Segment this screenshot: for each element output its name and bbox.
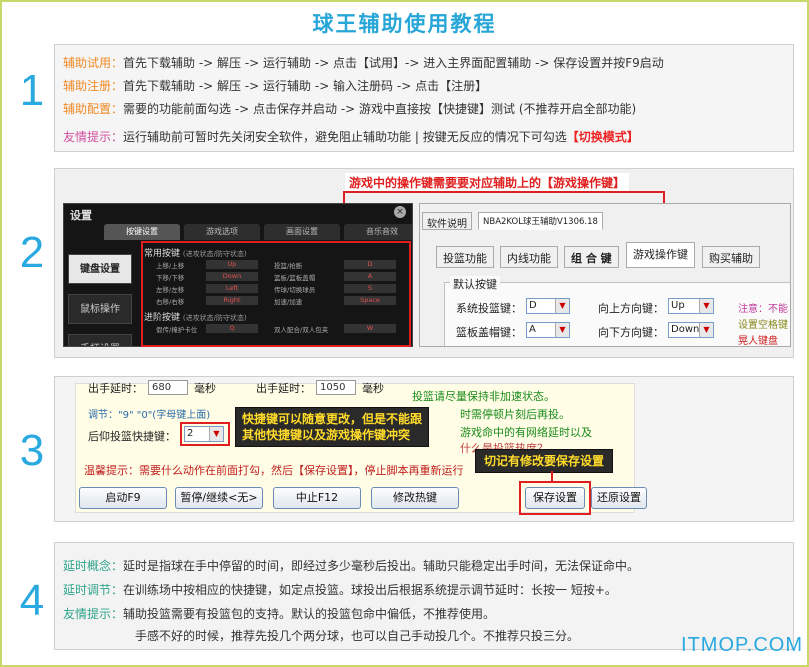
up-key-label: 向上方向键：: [598, 302, 664, 315]
tab-audio[interactable]: 音乐音效: [344, 224, 412, 240]
down-key-label: 向下方向键：: [598, 326, 664, 339]
tip-line: 友情提示：运行辅助前可暂时先关闭安全软件，避免阻止辅助功能 | 按键无反应的情况…: [63, 128, 639, 145]
block-key-select[interactable]: A ▼: [526, 322, 570, 338]
game-settings-title: 设置: [70, 209, 92, 222]
friendly-tip-text: 辅助投篮需要有投篮包的支持。默认的投篮包命中偏低，不推荐使用。: [123, 607, 496, 621]
section-2-panel: 游戏中的操作键需要要对应辅助上的【游戏操作键】 设置 × 按键设置 游戏选项 画…: [54, 168, 794, 358]
step-number-3: 3: [19, 426, 45, 475]
section-1-panel: 辅助试用：首先下载辅助 -> 解压 -> 运行辅助 -> 点击【试用】-> 进入…: [54, 44, 794, 152]
tab-buy[interactable]: 购买辅助: [702, 246, 760, 268]
friendly-tip-label: 友情提示：: [63, 607, 124, 621]
site-watermark: ITMOP.COM: [681, 634, 803, 656]
step-number-1: 1: [19, 66, 45, 115]
note-line-1: 注意：不能: [738, 304, 788, 315]
stop-button[interactable]: 中止F12: [273, 487, 361, 509]
note-line-3: 晃人键盘: [738, 336, 778, 347]
step-number-2: 2: [19, 228, 45, 277]
down-key-select[interactable]: Down ▼: [668, 322, 714, 338]
chevron-down-icon[interactable]: ▼: [555, 299, 569, 313]
delay-label-1: 出手延时：: [88, 382, 143, 395]
edit-hotkey-button[interactable]: 修改热键: [371, 487, 459, 509]
save-tooltip: 切记有修改要保存设置: [475, 449, 614, 473]
chevron-down-icon[interactable]: ▼: [555, 323, 569, 337]
section-3-panel: 出手延时： 680 毫秒 出手延时： 1050 毫秒 调节："9" "0"(字母…: [54, 376, 794, 522]
chevron-down-icon[interactable]: ▼: [699, 323, 713, 337]
trial-text: 首先下载辅助 -> 解压 -> 运行辅助 -> 点击【试用】-> 进入主界面配置…: [123, 56, 664, 70]
delay-adjust-line: 延时调节：在训练场中按相应的快捷键，如定点投篮。球投出后根据系统提示调节延时：长…: [63, 581, 617, 598]
right-note-2: 时需停顿片刻后再投。: [460, 408, 570, 421]
config-line: 辅助配置：需要的功能前面勾选 -> 点击保存并启动 -> 游戏中直接按【快捷键】…: [63, 100, 636, 117]
switch-mode-highlight: 【切换模式】: [566, 130, 639, 144]
pause-button[interactable]: 暂停/继续<无>: [175, 487, 263, 509]
delay-concept-line: 延时概念：延时是指球在手中停留的时间，即经过多少毫秒后投出。辅助只能稳定出手时间…: [63, 557, 639, 574]
extra-tip-line: 手感不好的时候，推荐先投几个两分球，也可以自己手动投几个。不推荐只投三分。: [135, 629, 580, 643]
delay-input-2[interactable]: 1050: [316, 380, 356, 395]
tab-software-info[interactable]: 软件说明: [422, 212, 472, 230]
helper-app-window: 软件说明 NBA2KOL球王辅助V1306.18 投篮功能 内线功能 组 合 键…: [419, 203, 791, 347]
hotkey-tooltip: 快捷键可以随意更改，但是不能跟 其他快捷键以及游戏操作键冲突: [235, 407, 430, 447]
highlight-save: [519, 481, 591, 515]
register-label: 辅助注册：: [63, 79, 124, 93]
shoot-key-select[interactable]: D ▼: [526, 298, 570, 314]
delay-concept-text: 延时是指球在手中停留的时间，即经过多少毫秒后投出。辅助只能稳定出手时间，无法保证…: [123, 559, 640, 573]
config-label: 辅助配置：: [63, 102, 124, 116]
tip-text: 运行辅助前可暂时先关闭安全软件，避免阻止辅助功能 | 按键无反应的情况下可勾选: [123, 130, 567, 144]
up-key-select[interactable]: Up ▼: [668, 298, 714, 314]
right-note-1: 投篮请尽量保持非加速状态。: [412, 390, 555, 403]
restore-settings-button[interactable]: 还原设置: [591, 487, 647, 509]
default-keys-title: 默认按键: [450, 276, 500, 292]
highlight-game-keys: [141, 241, 411, 347]
register-text: 首先下载辅助 -> 解压 -> 运行辅助 -> 输入注册码 -> 点击【注册】: [123, 79, 488, 93]
step-number-4: 4: [19, 576, 45, 625]
tab-helper-version[interactable]: NBA2KOL球王辅助V1306.18: [478, 212, 603, 230]
trial-line: 辅助试用：首先下载辅助 -> 解压 -> 运行辅助 -> 点击【试用】-> 进入…: [63, 54, 664, 71]
tab-game-keys[interactable]: 游戏操作键: [626, 242, 695, 268]
block-key-label: 篮板盖帽键：: [456, 326, 522, 339]
config-text: 需要的功能前面勾选 -> 点击保存并启动 -> 游戏中直接按【快捷键】测试 (不…: [123, 102, 637, 116]
connector-top: [343, 191, 665, 193]
unit-label-2: 毫秒: [362, 382, 384, 395]
side-gamepad[interactable]: 手柄设置: [68, 334, 132, 346]
friendly-tip-line: 友情提示：辅助投篮需要有投篮包的支持。默认的投篮包命中偏低，不推荐使用。: [63, 605, 495, 622]
highlight-hotkey: [180, 422, 230, 446]
chevron-down-icon[interactable]: ▼: [699, 299, 713, 313]
unit-label-1: 毫秒: [194, 382, 216, 395]
side-mouse[interactable]: 鼠标操作: [68, 294, 132, 324]
close-icon[interactable]: ×: [394, 206, 406, 218]
delay-concept-label: 延时概念：: [63, 559, 124, 573]
side-keyboard[interactable]: 键盘设置: [68, 254, 132, 284]
tab-shooting[interactable]: 投篮功能: [436, 246, 494, 268]
start-button[interactable]: 启动F9: [79, 487, 167, 509]
hotkey-label: 后仰投篮快捷键：: [88, 430, 176, 443]
warm-tip: 温馨提示：需要什么动作在前面打勾，然后【保存设置】，停止脚本再重新运行: [84, 464, 464, 477]
adjust-hint: 调节："9" "0"(字母键上面): [88, 410, 211, 421]
delay-input-1[interactable]: 680: [148, 380, 188, 395]
tip-label: 友情提示：: [63, 130, 124, 144]
tab-game-options[interactable]: 游戏选项: [184, 224, 260, 240]
tab-display-settings[interactable]: 画面设置: [264, 224, 340, 240]
right-note-3: 游戏命中的有网络延时以及: [460, 426, 592, 439]
trial-label: 辅助试用：: [63, 56, 124, 70]
tab-inside[interactable]: 内线功能: [500, 246, 558, 268]
tab-key-settings[interactable]: 按键设置: [104, 224, 180, 240]
page-title: 球王辅助使用教程: [312, 12, 497, 36]
delay-adjust-text: 在训练场中按相应的快捷键，如定点投篮。球投出后根据系统提示调节延时：长按一 短按…: [123, 583, 617, 597]
game-key-callout: 游戏中的操作键需要要对应辅助上的【游戏操作键】: [345, 173, 630, 192]
delay-adjust-label: 延时调节：: [63, 583, 124, 597]
register-line: 辅助注册：首先下载辅助 -> 解压 -> 运行辅助 -> 输入注册码 -> 点击…: [63, 77, 487, 94]
shoot-key-label: 系统投篮键：: [456, 302, 522, 315]
tab-combo-keys[interactable]: 组 合 键: [564, 246, 619, 268]
note-line-2: 设置空格键: [738, 320, 788, 331]
delay-label-2: 出手延时：: [256, 382, 311, 395]
